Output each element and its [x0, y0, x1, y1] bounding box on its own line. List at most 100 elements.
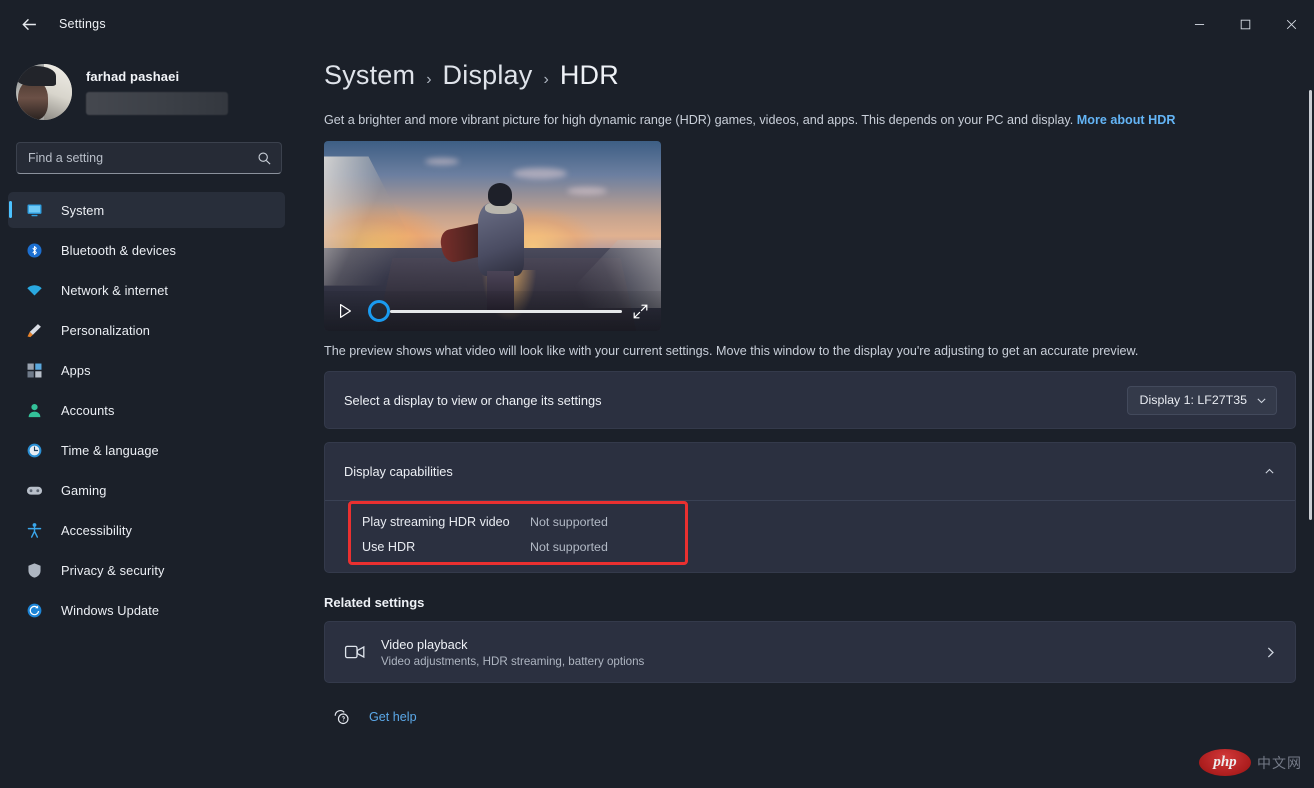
maximize-icon — [1240, 19, 1250, 29]
avatar — [16, 64, 72, 120]
preview-cloud — [566, 186, 607, 195]
breadcrumb: System › Display › HDR — [324, 60, 1296, 91]
preview-controls — [324, 291, 661, 332]
display-select-dropdown[interactable]: Display 1: LF27T35 — [1126, 385, 1277, 415]
sidebar-item-network-internet[interactable]: Network & internet — [8, 272, 285, 308]
search-icon[interactable] — [257, 151, 272, 166]
preview-scrubber[interactable] — [368, 300, 622, 323]
window-controls — [1176, 0, 1314, 48]
settings-window: Settings farhad pashaei Find a setting S… — [0, 0, 1314, 788]
account-name: farhad pashaei — [86, 69, 180, 84]
preview-caption: The preview shows what video will look l… — [324, 344, 1139, 359]
breadcrumb-display[interactable]: Display — [443, 60, 533, 91]
breadcrumb-system[interactable]: System — [324, 60, 415, 91]
preview-person — [437, 183, 529, 311]
accessibility-icon — [25, 521, 44, 540]
account-email-redacted — [86, 92, 228, 115]
sidebar-item-gaming[interactable]: Gaming — [8, 472, 285, 508]
chevron-down-icon — [1257, 398, 1266, 404]
chevron-up-icon[interactable] — [1264, 466, 1275, 477]
chevron-right-icon — [1267, 647, 1274, 658]
video-icon — [343, 640, 367, 664]
sidebar-item-apps[interactable]: Apps — [8, 352, 285, 388]
related-item-video-playback[interactable]: Video playback Video adjustments, HDR st… — [324, 621, 1296, 684]
more-about-hdr-link[interactable]: More about HDR — [1077, 113, 1176, 127]
display-select-label: Select a display to view or change its s… — [344, 392, 602, 408]
watermark-logo: php — [1199, 749, 1251, 776]
display-capabilities-header[interactable]: Display capabilities — [325, 443, 1295, 500]
capability-row: Play streaming HDR video Not supported — [362, 509, 608, 534]
capabilities-list: Play streaming HDR video Not supported U… — [362, 509, 608, 559]
apps-icon — [25, 361, 44, 380]
display-capabilities-body: Play streaming HDR video Not supported U… — [325, 500, 1295, 572]
close-button[interactable] — [1268, 0, 1314, 48]
gamepad-icon — [25, 481, 44, 500]
sidebar-item-personalization[interactable]: Personalization — [8, 312, 285, 348]
sidebar-item-label: Personalization — [61, 322, 150, 338]
related-item-subtitle: Video adjustments, HDR streaming, batter… — [381, 654, 645, 668]
display-select-value: Display 1: LF27T35 — [1139, 393, 1247, 408]
sidebar-item-time-language[interactable]: Time & language — [8, 432, 285, 468]
display-capabilities-title: Display capabilities — [344, 464, 453, 480]
play-icon[interactable] — [336, 302, 354, 320]
get-help-link[interactable]: Get help — [369, 710, 417, 724]
main-scrollbar[interactable] — [1309, 90, 1312, 520]
wifi-icon — [25, 281, 44, 300]
search-wrap — [0, 122, 300, 174]
sidebar-item-bluetooth-devices[interactable]: Bluetooth & devices — [8, 232, 285, 268]
sidebar-item-label: Time & language — [61, 442, 159, 458]
account-block[interactable]: farhad pashaei — [0, 48, 300, 122]
capability-name: Use HDR — [362, 539, 416, 554]
scrubber-track[interactable] — [390, 309, 622, 313]
sidebar-item-accessibility[interactable]: Accessibility — [8, 512, 285, 548]
app-title: Settings — [59, 17, 106, 31]
scrubber-handle[interactable] — [368, 300, 390, 323]
display-select-row: Select a display to view or change its s… — [325, 372, 1295, 428]
capability-name: Play streaming HDR video — [362, 514, 510, 529]
monitor-icon — [25, 201, 44, 220]
related-item-text: Video playback Video adjustments, HDR st… — [381, 637, 1264, 668]
sidebar-item-label: Apps — [61, 362, 91, 378]
sidebar: farhad pashaei System — [0, 48, 300, 788]
display-select-card: Select a display to view or change its s… — [324, 371, 1296, 430]
breadcrumb-hdr: HDR — [559, 60, 619, 90]
window-body: farhad pashaei System — [0, 48, 1314, 788]
search-input[interactable] — [28, 151, 257, 165]
sidebar-item-system[interactable]: System — [8, 192, 285, 228]
description-text: Get a brighter and more vibrant picture … — [324, 113, 1077, 127]
back-button[interactable] — [8, 7, 50, 41]
maximize-button[interactable] — [1222, 0, 1268, 48]
page-description: Get a brighter and more vibrant picture … — [324, 111, 1296, 129]
hdr-video-preview[interactable] — [324, 141, 661, 332]
sidebar-item-label: Accounts — [61, 402, 115, 418]
display-capabilities-card: Display capabilities Play streaming HDR … — [324, 442, 1296, 574]
minimize-button[interactable] — [1176, 0, 1222, 48]
get-help-row[interactable]: Get help — [332, 707, 1296, 726]
close-icon — [1286, 19, 1296, 29]
sidebar-item-label: Accessibility — [61, 522, 132, 538]
watermark-text: 中文网 — [1257, 755, 1302, 772]
sidebar-item-windows-update[interactable]: Windows Update — [8, 592, 285, 628]
person-icon — [25, 401, 44, 420]
sidebar-item-label: Privacy & security — [61, 562, 165, 578]
back-arrow-icon — [21, 18, 36, 30]
breadcrumb-separator: › — [426, 71, 432, 88]
sidebar-item-label: Bluetooth & devices — [61, 242, 177, 258]
sidebar-nav: System Bluetooth & devices Network & int… — [0, 192, 300, 628]
sidebar-item-accounts[interactable]: Accounts — [8, 392, 285, 428]
main-content: System › Display › HDR Get a brighter an… — [300, 48, 1314, 788]
capability-value: Not supported — [530, 514, 608, 529]
shield-icon — [25, 561, 44, 580]
fullscreen-icon[interactable] — [632, 303, 649, 320]
related-settings-title: Related settings — [324, 595, 425, 611]
watermark: php 中文网 — [1199, 749, 1302, 776]
capability-row: Use HDR Not supported — [362, 534, 608, 559]
sidebar-item-label: Gaming — [61, 482, 107, 498]
title-bar: Settings — [0, 0, 1314, 48]
sidebar-item-label: Windows Update — [61, 602, 160, 618]
sidebar-item-privacy-security[interactable]: Privacy & security — [8, 552, 285, 588]
capability-value: Not supported — [530, 539, 608, 554]
account-text: farhad pashaei — [86, 69, 228, 115]
search-box[interactable] — [16, 142, 282, 174]
bluetooth-icon — [25, 241, 44, 260]
